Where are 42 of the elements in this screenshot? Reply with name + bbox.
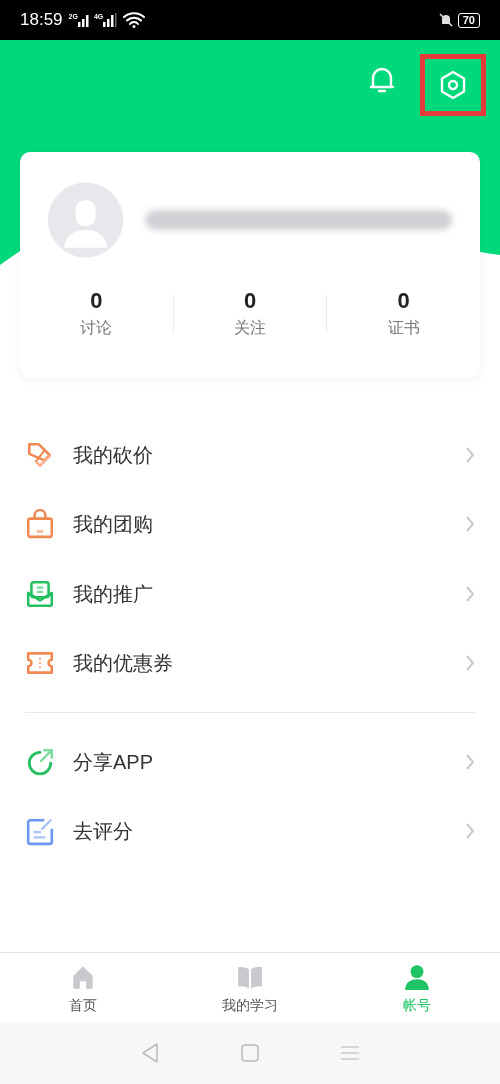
person-icon <box>402 963 431 991</box>
menu-item[interactable]: 我的优惠券 <box>25 628 475 698</box>
stat-value: 0 <box>243 288 257 314</box>
chevron-right-icon <box>465 445 475 464</box>
bell-icon[interactable] <box>368 65 396 95</box>
battery-indicator: 70 <box>457 12 480 28</box>
menu-item[interactable]: 去评分 <box>25 796 475 866</box>
menu-label: 我的推广 <box>73 581 154 607</box>
wifi-icon <box>123 12 146 28</box>
menu-item[interactable]: 我的推广 <box>25 559 475 629</box>
menu-label: 我的砍价 <box>73 442 154 468</box>
settings-icon[interactable] <box>439 70 467 100</box>
chevron-right-icon <box>465 584 475 603</box>
stat-value: 0 <box>397 288 410 314</box>
shopping-bag-icon <box>25 509 55 540</box>
menu-label: 分享APP <box>73 749 155 775</box>
signal-icon <box>103 13 118 27</box>
back-icon[interactable] <box>140 1042 161 1064</box>
menu-label: 去评分 <box>73 819 134 845</box>
menu-item[interactable]: 分享APP <box>25 727 475 797</box>
stat-label[interactable]: 讨论 <box>80 316 113 340</box>
share-icon <box>25 746 55 777</box>
chevron-right-icon <box>465 822 475 841</box>
menu-label: 我的团购 <box>73 512 154 538</box>
tab[interactable]: 我的学习 <box>166 953 334 1022</box>
chevron-right-icon <box>465 752 475 771</box>
menu-item[interactable]: 我的砍价 <box>25 420 475 490</box>
edit-note-icon <box>25 816 55 847</box>
chevron-right-icon <box>465 515 475 534</box>
signal-icon <box>77 13 90 27</box>
menu-label: 我的优惠券 <box>73 651 174 677</box>
menu-item[interactable]: 我的团购 <box>25 489 475 559</box>
menu-icon[interactable] <box>339 1045 360 1061</box>
stat-value: 0 <box>90 288 103 314</box>
chevron-right-icon <box>465 654 475 673</box>
mute-icon <box>437 12 454 28</box>
home-icon[interactable] <box>241 1044 259 1062</box>
stat-label[interactable]: 关注 <box>234 316 266 340</box>
inbox-icon <box>25 578 55 609</box>
tab[interactable]: 首页 <box>0 953 167 1022</box>
stat-label[interactable]: 证书 <box>387 316 420 340</box>
status-time: 18:59 <box>20 9 63 32</box>
